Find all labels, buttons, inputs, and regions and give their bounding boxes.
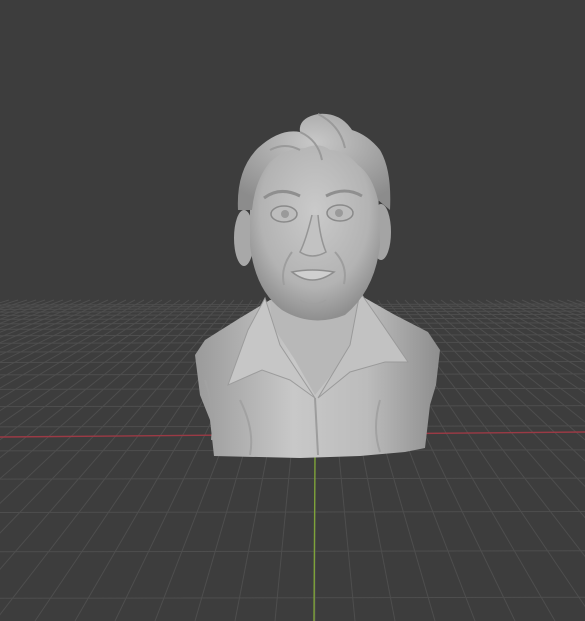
grid-line-depth — [521, 299, 585, 329]
bust-pupil-left — [281, 210, 289, 218]
grid-line-depth — [0, 299, 37, 313]
3d-viewport[interactable] — [0, 0, 585, 621]
grid-line-depth — [0, 299, 64, 324]
grid-line-depth — [0, 299, 235, 570]
grid-line-depth — [0, 299, 28, 310]
y-axis-line — [313, 454, 316, 621]
grid-line-depth — [0, 299, 46, 317]
grid-line-depth — [449, 299, 585, 394]
grid-line-depth — [0, 299, 109, 350]
grid-line-depth — [0, 299, 127, 363]
sculpted-bust[interactable] — [195, 113, 440, 458]
bust-pupil-right — [335, 209, 343, 217]
grid-line-horizontal — [0, 550, 585, 553]
grid-line-depth — [458, 299, 585, 383]
grid-line-depth — [0, 299, 154, 389]
grid-line-depth — [0, 299, 172, 412]
grid-line-depth — [548, 299, 585, 315]
grid-line-depth — [575, 299, 585, 304]
grid-line-depth — [0, 299, 226, 534]
grid-line-horizontal — [0, 477, 585, 480]
grid-line-depth — [566, 299, 585, 308]
grid-line-depth — [530, 299, 585, 324]
grid-line-depth — [467, 299, 585, 372]
grid-line-depth — [503, 299, 585, 341]
grid-line-depth — [494, 299, 585, 348]
grid-line-depth — [440, 299, 585, 408]
viewport-canvas[interactable] — [0, 0, 585, 621]
grid-line-depth — [0, 299, 73, 329]
grid-line-depth — [0, 299, 208, 480]
grid-line-horizontal — [0, 511, 585, 513]
grid-line-depth — [0, 299, 181, 425]
grid-line-depth — [0, 299, 118, 356]
